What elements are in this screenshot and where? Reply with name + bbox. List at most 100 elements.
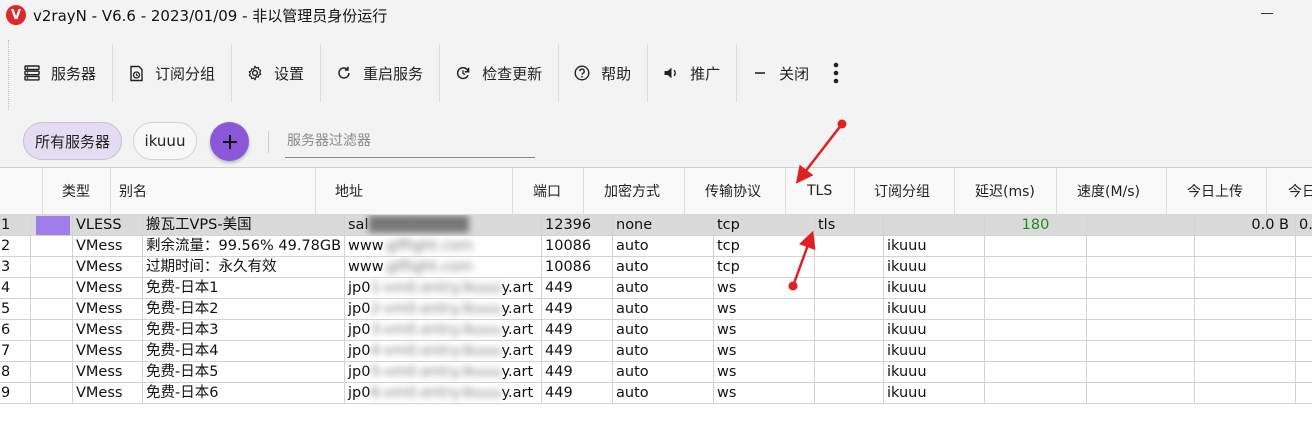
cell-port: 449 [542,278,613,299]
cell-network: tcp [714,257,815,278]
cell-tls [815,362,884,383]
cell-today-down [1296,278,1312,299]
address-redacted: 3-vm0.entry.ikuuu [370,322,502,338]
chip-ikuuu[interactable]: ikuuu [133,122,197,160]
table-row[interactable]: 5 VMess 免费-日本2 jp02-vm0.entry.ikuuuy.art 449… [0,299,1312,320]
cell-type: VMess [73,362,143,383]
cell-alias: 免费-日本2 [143,299,345,320]
subscription-icon [127,64,145,82]
restart-service-button[interactable]: 重启服务 [321,44,441,102]
cell-index: 1 [0,215,31,236]
col-today-up-header[interactable]: 今日上传 [1167,168,1267,214]
cell-delay [985,320,1087,341]
close-button[interactable]: 关闭 [737,44,825,102]
server-table: 类型 别名 地址 端口 加密方式 传输协议 TLS 订阅分组 延迟(ms) 速度… [0,167,1312,428]
cell-today-down [1296,362,1312,383]
add-subscription-button[interactable] [210,122,249,161]
table-row[interactable]: 6 VMess 免费-日本3 jp03-vm0.entry.ikuuuy.art 449… [0,320,1312,341]
cell-type: VMess [73,320,143,341]
col-index-header [0,168,43,214]
table-row[interactable]: 8 VMess 免费-日本5 jp05-vm0.entry.ikuuuy.art 449… [0,362,1312,383]
col-subscription-header[interactable]: 订阅分组 [855,168,955,214]
cell-tls [815,257,884,278]
table-row[interactable]: 9 VMess 免费-日本6 jp06-vm0.entry.ikuuuy.art 449… [0,383,1312,404]
col-speed-header[interactable]: 速度(M/s) [1057,168,1167,214]
col-delay-header[interactable]: 延迟(ms) [955,168,1057,214]
speaker-icon [662,64,680,82]
cell-delay [985,341,1087,362]
update-icon [454,64,472,82]
address-redacted: 4-vm0.entry.ikuuu [370,343,502,359]
server-filter-input[interactable] [285,124,535,158]
check-update-button[interactable]: 检查更新 [440,44,560,102]
promotion-button[interactable]: 推广 [648,44,738,102]
cell-type: VMess [73,257,143,278]
filter-bar: 所有服务器 ikuuu [0,118,1312,166]
address-suffix: y.art [501,385,534,401]
settings-button[interactable]: 设置 [232,44,322,102]
col-network-header[interactable]: 传输协议 [685,168,786,214]
cell-color [31,299,73,320]
address-redacted: 5-vm0.entry.ikuuu [370,364,502,380]
address-prefix: www [348,238,383,254]
address-prefix: jp0 [348,301,371,317]
subscription-button[interactable]: 订阅分组 [113,44,233,102]
col-port-header[interactable]: 端口 [513,168,584,214]
cell-today-up: 0.0 B [1195,215,1296,236]
cell-today-up [1195,320,1296,341]
address-prefix: jp0 [348,343,371,359]
cell-network: ws [714,278,815,299]
table-row[interactable]: 1 VLESS 搬瓦工VPS-美国 sal█████████ 12396 none tcp t… [0,215,1312,236]
v2rayn-window: V v2rayN - V6.6 - 2023/01/09 - 非以管理员身份运行… [0,0,1312,428]
cell-today-up [1195,236,1296,257]
servers-button[interactable]: 服务器 [9,44,114,102]
cell-address: jp06-vm0.entry.ikuuuy.art [345,383,542,404]
selected-row-marker [36,216,70,235]
cell-address: jp03-vm0.entry.ikuuuy.art [345,320,542,341]
address-suffix: y.art [501,301,534,317]
col-alias-header[interactable]: 别名 [111,168,316,214]
cell-type: VMess [73,278,143,299]
cell-speed [1087,299,1195,320]
cell-subscription: ikuuu [884,341,985,362]
cell-subscription: ikuuu [884,320,985,341]
restart-service-label: 重启服务 [363,64,424,83]
cell-index: 2 [0,236,31,257]
servers-label: 服务器 [51,64,97,83]
cell-security: auto [613,383,714,404]
table-row[interactable]: 4 VMess 免费-日本1 jp01-vm0.entry.ikuuuy.art 449… [0,278,1312,299]
col-type-header[interactable]: 类型 [43,168,111,214]
cell-tls [815,383,884,404]
cell-color [31,236,73,257]
cell-speed [1087,362,1195,383]
help-button[interactable]: 帮助 [559,44,649,102]
cell-security: auto [613,320,714,341]
cell-today-down [1296,320,1312,341]
table-row[interactable]: 3 VMess 过期时间：永久有效 www.glflight.com 10086 auto… [0,257,1312,278]
table-row[interactable]: 7 VMess 免费-日本4 jp04-vm0.entry.ikuuuy.art 449… [0,341,1312,362]
col-tls-header[interactable]: TLS [786,168,855,214]
col-security-header[interactable]: 加密方式 [584,168,685,214]
cell-delay: 180 [985,215,1087,236]
v2rayn-logo-icon: V [6,5,26,25]
col-today-down-header[interactable]: 今日 [1267,168,1312,214]
cell-port: 449 [542,299,613,320]
cell-alias: 免费-日本4 [143,341,345,362]
cell-subscription: ikuuu [884,362,985,383]
address-suffix: y.art [501,343,534,359]
title-bar: V v2rayN - V6.6 - 2023/01/09 - 非以管理员身份运行 [0,0,1312,30]
chip-all-servers[interactable]: 所有服务器 [23,122,122,160]
cell-address: jp04-vm0.entry.ikuuuy.art [345,341,542,362]
minimize-icon[interactable] [1260,6,1274,20]
table-row[interactable]: 2 VMess 剩余流量：99.56% 49.78GB www.glflight.co… [0,236,1312,257]
cell-color [31,341,73,362]
address-redacted: 6-vm0.entry.ikuuu [370,385,502,401]
more-vertical-icon[interactable] [825,44,847,102]
address-redacted: .glflight.com [382,238,473,254]
address-prefix: www [348,259,383,275]
col-address-header[interactable]: 地址 [316,168,513,214]
cell-subscription [884,215,985,236]
cell-port: 10086 [542,257,613,278]
cell-index: 3 [0,257,31,278]
cell-alias: 免费-日本3 [143,320,345,341]
